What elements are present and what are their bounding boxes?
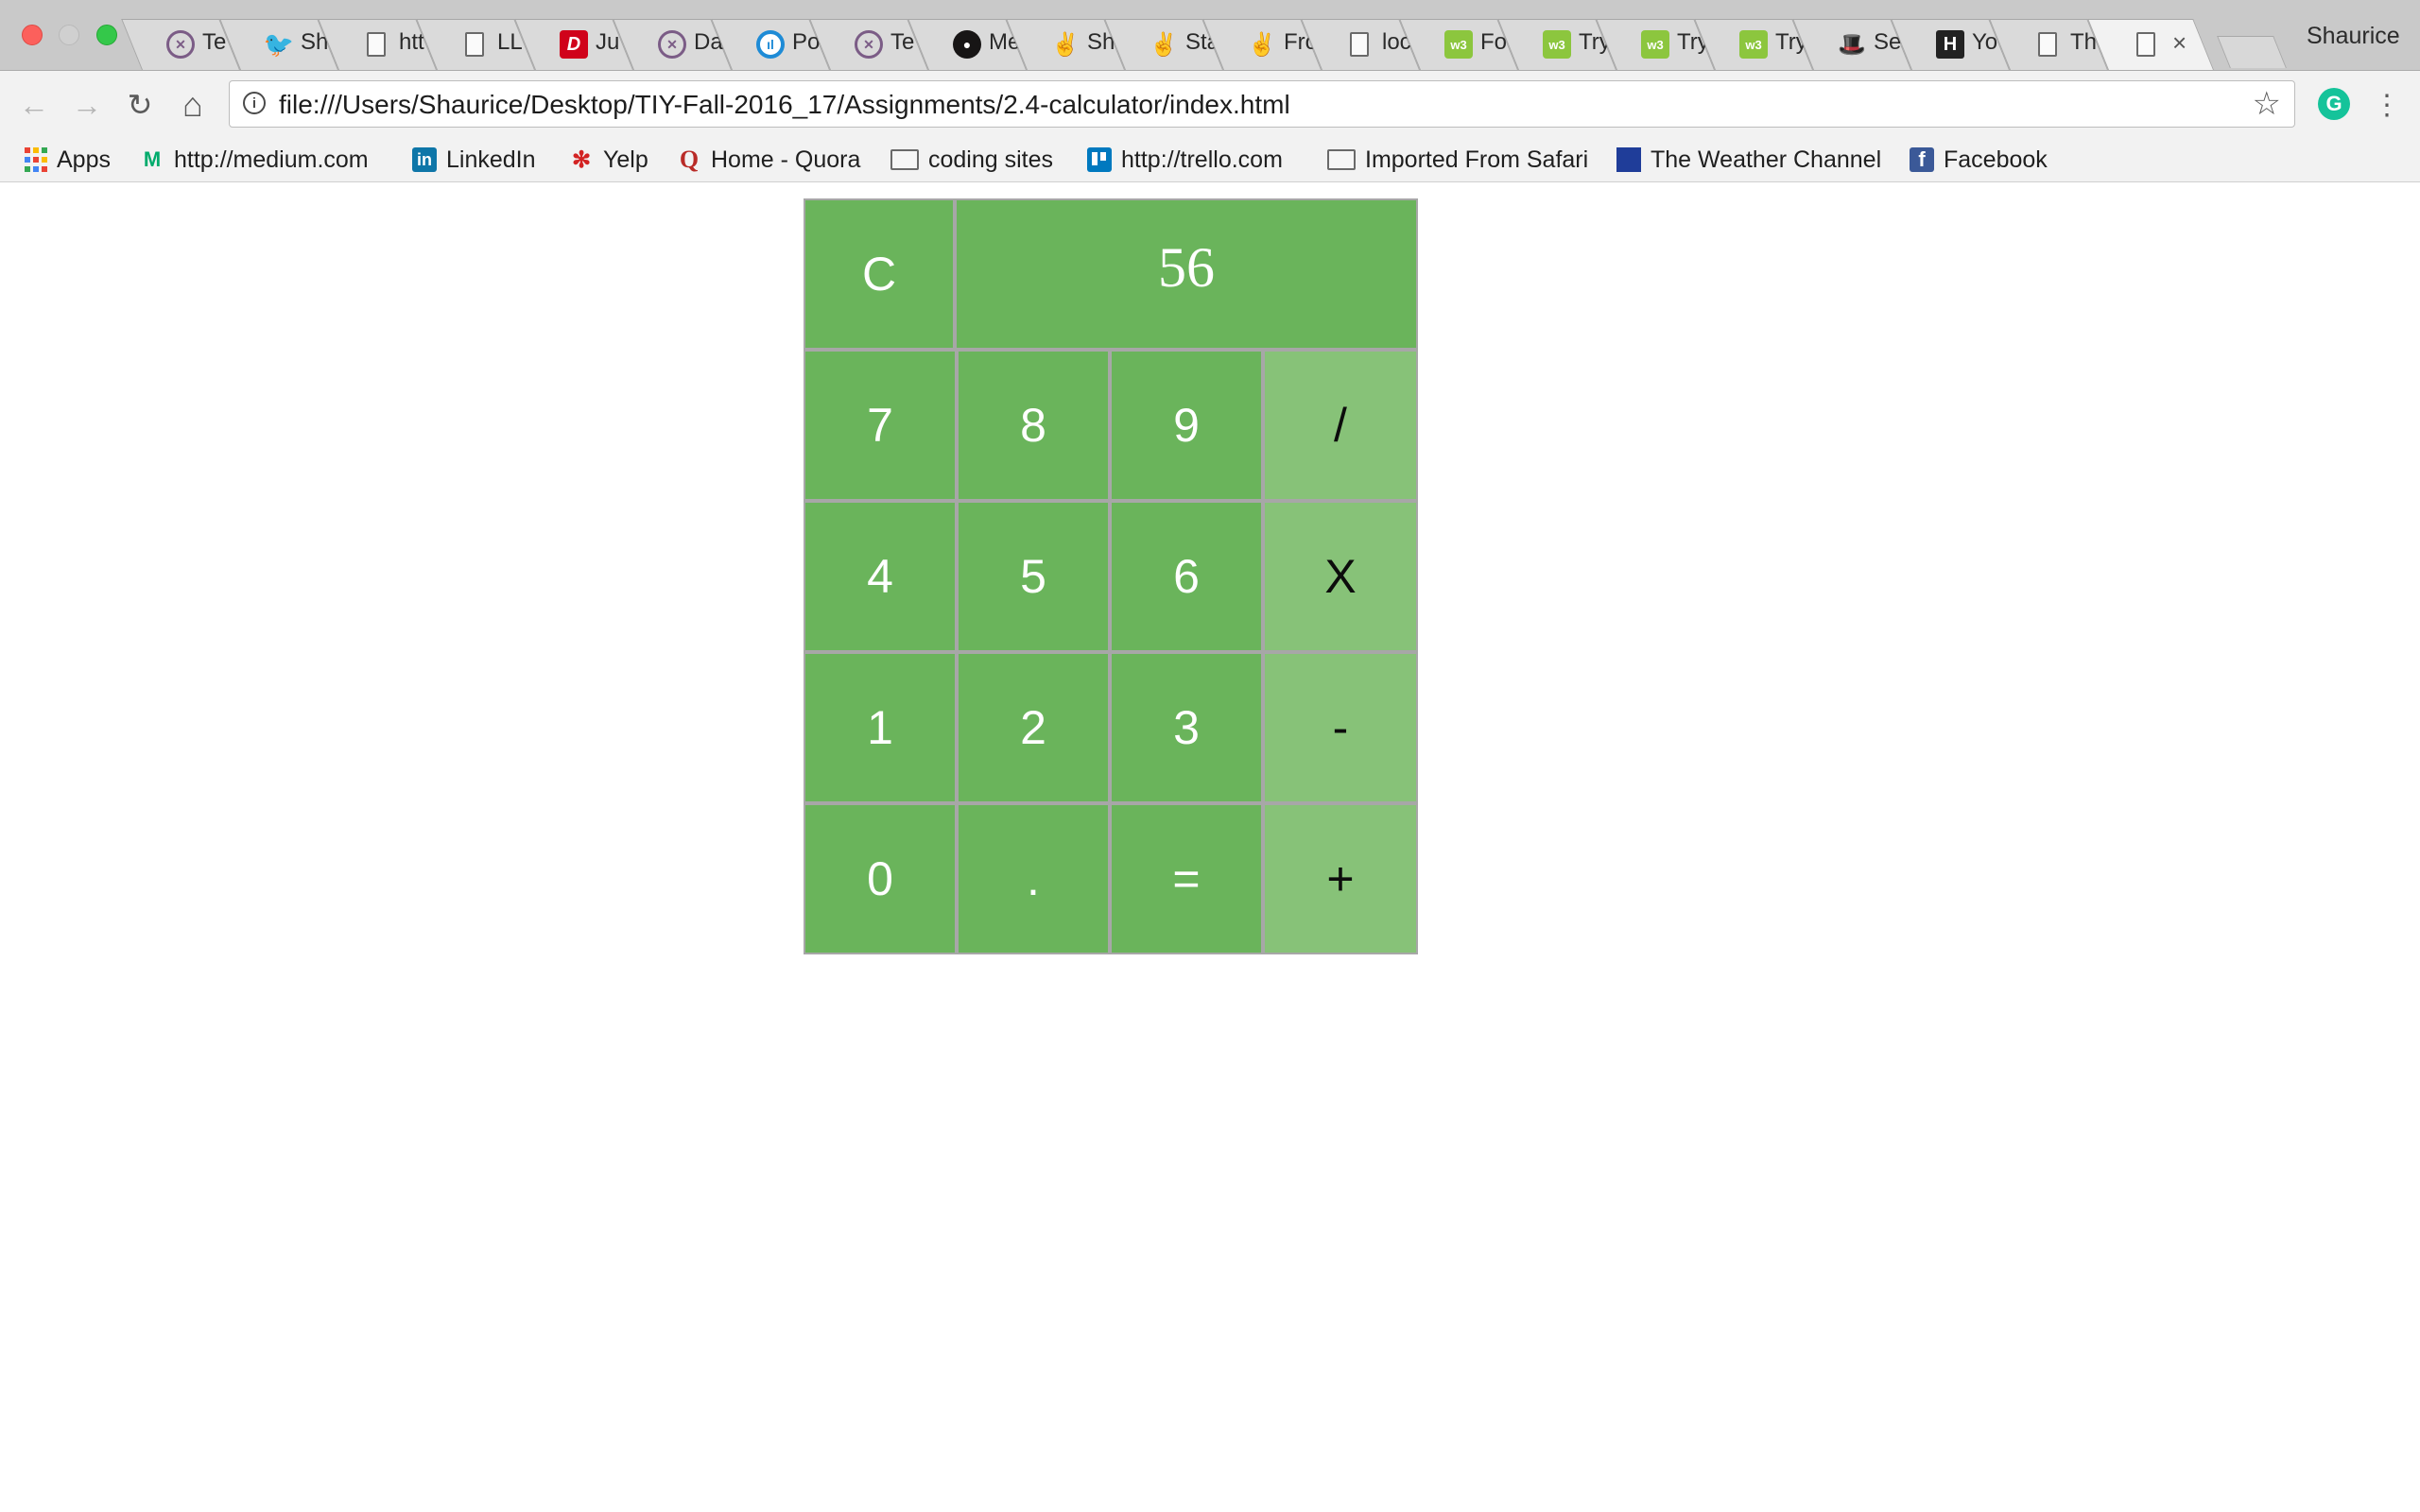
window-close-button[interactable] xyxy=(22,25,43,45)
quora-icon: Q xyxy=(679,146,700,173)
active-browser-tab[interactable]: × xyxy=(2087,19,2214,70)
page-icon xyxy=(465,32,484,57)
equals-button[interactable]: = xyxy=(1110,803,1263,954)
w3schools-icon: w3 xyxy=(1641,30,1669,59)
yelp-icon: ✻ xyxy=(571,146,592,173)
red-d-icon: D xyxy=(560,30,588,59)
folder-icon xyxy=(890,149,919,170)
key-7-button[interactable]: 7 xyxy=(804,350,957,501)
info-icon[interactable]: i xyxy=(243,92,266,114)
key-2-button[interactable]: 2 xyxy=(957,652,1110,803)
key-9-button[interactable]: 9 xyxy=(1110,350,1263,501)
bookmarks-bar: Apps M http://medium.com in LinkedIn ✻ Y… xyxy=(0,139,2420,182)
key-5-button[interactable]: 5 xyxy=(957,501,1110,652)
bookmark-label: http://medium.com xyxy=(174,146,369,173)
home-icon[interactable]: ⌂ xyxy=(174,85,212,124)
w3schools-icon: w3 xyxy=(1543,30,1571,59)
key-4-button[interactable]: 4 xyxy=(804,501,957,652)
key-3-button[interactable]: 3 xyxy=(1110,652,1263,803)
petrol-pet-icon: ✕ xyxy=(658,30,686,59)
reload-icon[interactable]: ↻ xyxy=(121,86,159,124)
top-hat-icon: 🎩 xyxy=(1838,31,1866,58)
peace-hand-icon: ✌ xyxy=(1248,31,1276,58)
key-8-button[interactable]: 8 xyxy=(957,350,1110,501)
bookmark-linkedin[interactable]: in LinkedIn xyxy=(412,143,536,177)
key-6-button[interactable]: 6 xyxy=(1110,501,1263,652)
facebook-icon: f xyxy=(1910,147,1934,172)
bookmark-star-icon[interactable]: ☆ xyxy=(2253,85,2281,123)
key-0-button[interactable]: 0 xyxy=(804,803,957,954)
clear-button[interactable]: C xyxy=(804,198,955,350)
page-icon xyxy=(2038,32,2057,57)
bookmark-quora[interactable]: Q Home - Quora xyxy=(677,143,861,177)
page-icon xyxy=(367,32,386,57)
poll-circle-icon: ıl xyxy=(756,30,785,59)
github-icon: ● xyxy=(953,30,981,59)
back-arrow-icon[interactable]: ← xyxy=(15,86,53,124)
grammarly-extension-icon[interactable]: G xyxy=(2318,88,2350,120)
w3schools-icon: w3 xyxy=(1444,30,1473,59)
tab-close-icon[interactable]: × xyxy=(2172,28,2187,57)
multiply-button[interactable]: X xyxy=(1263,501,1418,652)
bookmark-label: Yelp xyxy=(603,146,648,173)
apps-grid-icon xyxy=(25,147,47,172)
bookmark-label: http://trello.com xyxy=(1121,146,1283,173)
browser-menu-icon[interactable]: ⋮ xyxy=(2373,86,2401,124)
peace-hand-icon: ✌ xyxy=(1051,31,1080,58)
new-tab-button[interactable] xyxy=(2217,36,2287,68)
bookmark-facebook[interactable]: f Facebook xyxy=(1910,143,2048,177)
window-minimize-button[interactable] xyxy=(59,25,79,45)
page-icon xyxy=(2136,32,2155,57)
forward-arrow-icon[interactable]: → xyxy=(68,86,106,124)
add-button[interactable]: + xyxy=(1263,803,1418,954)
bookmark-apps[interactable]: Apps xyxy=(25,143,111,177)
page-icon xyxy=(1350,32,1369,57)
key-1-button[interactable]: 1 xyxy=(804,652,957,803)
h-letter-icon: H xyxy=(1936,30,1964,59)
weather-channel-icon xyxy=(1616,147,1641,172)
bookmark-label: Apps xyxy=(57,146,111,173)
divide-button[interactable]: / xyxy=(1263,350,1418,501)
bookmark-label: Facebook xyxy=(1944,146,2048,173)
bookmark-folder-coding-sites[interactable]: coding sites xyxy=(890,143,1053,177)
bookmark-label: Imported From Safari xyxy=(1365,146,1589,173)
tab-strip: ✕ Te 🐦 Sh htt LL D Ju ✕ Da ıl Po ✕ Te ● … xyxy=(0,0,2420,71)
url-text[interactable]: file:///Users/Shaurice/Desktop/TIY-Fall-… xyxy=(279,90,1290,120)
decimal-button[interactable]: . xyxy=(957,803,1110,954)
address-bar[interactable]: i file:///Users/Shaurice/Desktop/TIY-Fal… xyxy=(229,80,2295,128)
calculator: C 56 7 8 9 / 4 5 6 X 1 2 3 - 0 . = + xyxy=(804,198,1418,954)
profile-name[interactable]: Shaurice xyxy=(2307,23,2400,50)
trello-icon xyxy=(1087,147,1112,172)
window-maximize-button[interactable] xyxy=(96,25,117,45)
bookmark-trello[interactable]: http://trello.com xyxy=(1087,143,1283,177)
peace-hand-icon: ✌ xyxy=(1150,31,1178,58)
bookmark-label: LinkedIn xyxy=(446,146,536,173)
bookmark-folder-imported-from-safari[interactable]: Imported From Safari xyxy=(1327,143,1588,177)
petrol-pet-icon: ✕ xyxy=(855,30,883,59)
bookmark-label: Home - Quora xyxy=(711,146,861,173)
medium-icon: M xyxy=(143,147,162,171)
w3schools-icon: w3 xyxy=(1739,30,1768,59)
bookmark-yelp[interactable]: ✻ Yelp xyxy=(569,143,648,177)
browser-toolbar: ← → ↻ ⌂ i file:///Users/Shaurice/Desktop… xyxy=(0,71,2420,139)
folder-icon xyxy=(1327,149,1356,170)
bookmark-label: The Weather Channel xyxy=(1651,146,1882,173)
twitter-bird-icon: 🐦 xyxy=(263,29,295,59)
subtract-button[interactable]: - xyxy=(1263,652,1418,803)
petrol-pet-icon: ✕ xyxy=(166,30,195,59)
bookmark-label: coding sites xyxy=(928,146,1054,173)
bookmark-weather-channel[interactable]: The Weather Channel xyxy=(1616,143,1881,177)
linkedin-icon: in xyxy=(412,147,437,172)
bookmark-medium[interactable]: M http://medium.com xyxy=(140,143,369,177)
calculator-display: 56 xyxy=(955,198,1418,350)
